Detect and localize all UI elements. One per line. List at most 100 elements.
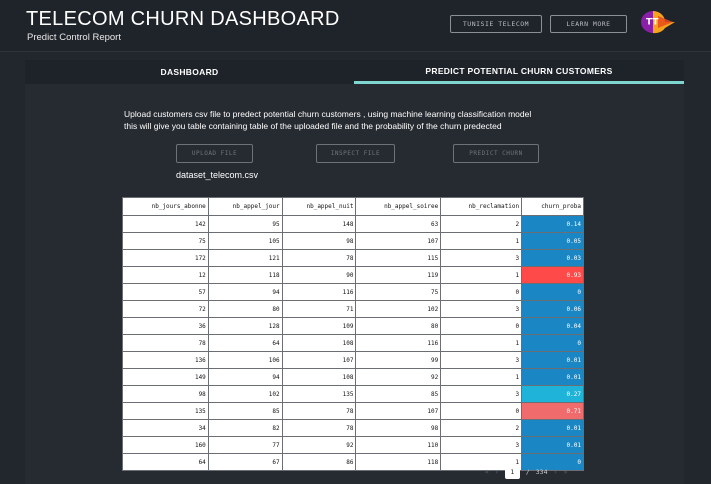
table-cell: 136 <box>122 351 209 369</box>
table-row: 75 105 98 107 1 0.05 <box>122 232 584 250</box>
current-page-input[interactable]: 1 <box>504 465 520 479</box>
table-cell: 102 <box>207 385 283 403</box>
table-row: 172 121 78 115 3 0.03 <box>122 249 584 267</box>
table-cell: 92 <box>355 368 442 386</box>
table-cell: 78 <box>122 334 209 352</box>
tunisie-telecom-logo: TT <box>641 11 675 34</box>
table-cell: 85 <box>355 385 442 403</box>
table-cell: 36 <box>122 317 209 335</box>
column-header[interactable]: nb_reclamation <box>440 197 523 216</box>
tab-dashboard[interactable]: DASHBOARD <box>25 60 354 84</box>
churn-proba-cell: 0.27 <box>521 385 584 403</box>
table-cell: 105 <box>207 232 283 250</box>
page-separator: / <box>525 468 530 476</box>
table-cell: 107 <box>355 232 442 250</box>
table-cell: 71 <box>281 300 357 318</box>
table-cell: 85 <box>207 402 283 420</box>
table-cell: 135 <box>122 402 209 420</box>
uploaded-file-name: dataset_telecom.csv <box>176 170 259 180</box>
churn-proba-cell: 0.03 <box>521 249 584 267</box>
page-title: TELECOM CHURN DASHBOARD <box>26 8 340 30</box>
table-cell: 3 <box>440 351 523 369</box>
table-cell: 78 <box>281 249 357 267</box>
table-cell: 86 <box>281 453 357 471</box>
learn-more-button[interactable]: LEARN MORE <box>550 15 627 33</box>
table-cell: 148 <box>281 215 357 233</box>
table-cell: 110 <box>355 436 442 454</box>
table-cell: 1 <box>440 232 523 250</box>
column-header[interactable]: nb_appel_nuit <box>281 197 357 216</box>
description-line-2: this will give you table containing tabl… <box>124 121 502 131</box>
column-header[interactable]: nb_jours_abonne <box>122 197 209 216</box>
table-cell: 116 <box>355 334 442 352</box>
first-page-button[interactable]: « <box>485 468 489 476</box>
table-cell: 108 <box>281 334 357 352</box>
table-cell: 102 <box>355 300 442 318</box>
page-subtitle: Predict Control Report <box>27 32 121 43</box>
total-pages: 334 <box>535 468 548 476</box>
column-header[interactable]: nb_appel_jour <box>207 197 283 216</box>
table-cell: 3 <box>440 385 523 403</box>
table-cell: 95 <box>207 215 283 233</box>
table-row: 57 94 116 75 0 0 <box>122 283 584 301</box>
tab-predict-churn[interactable]: PREDICT POTENTIAL CHURN CUSTOMERS <box>354 60 684 84</box>
table-cell: 1 <box>440 266 523 284</box>
table-cell: 0 <box>440 317 523 335</box>
prev-page-button[interactable]: ‹ <box>495 468 499 476</box>
table-row: 12 118 90 119 1 0.93 <box>122 266 584 284</box>
table-cell: 160 <box>122 436 209 454</box>
churn-proba-cell: 0 <box>521 283 584 301</box>
table-cell: 106 <box>207 351 283 369</box>
description: Upload customers csv file to predect pot… <box>124 108 594 132</box>
table-row: 160 77 92 110 3 0.01 <box>122 436 584 454</box>
table-cell: 12 <box>122 266 209 284</box>
upload-file-button[interactable]: UPLOAD FILE <box>176 144 253 163</box>
table-cell: 99 <box>355 351 442 369</box>
table-row: 136 106 107 99 3 0.01 <box>122 351 584 369</box>
table-cell: 2 <box>440 215 523 233</box>
table-cell: 108 <box>281 368 357 386</box>
table-cell: 75 <box>355 283 442 301</box>
table-cell: 78 <box>281 419 357 437</box>
table-row: 98 102 135 85 3 0.27 <box>122 385 584 403</box>
churn-proba-cell: 0.93 <box>521 266 584 284</box>
tab-bar: DASHBOARD PREDICT POTENTIAL CHURN CUSTOM… <box>25 60 684 84</box>
svg-text:TT: TT <box>646 18 659 28</box>
next-page-button[interactable]: › <box>554 468 558 476</box>
column-header[interactable]: nb_appel_soiree <box>355 197 442 216</box>
table-cell: 75 <box>122 232 209 250</box>
tunisie-telecom-button[interactable]: TUNISIE TELECOM <box>450 15 542 33</box>
table-cell: 94 <box>207 283 283 301</box>
table-cell: 109 <box>281 317 357 335</box>
table-row: 34 82 78 98 2 0.01 <box>122 419 584 437</box>
table-cell: 72 <box>122 300 209 318</box>
table-cell: 77 <box>207 436 283 454</box>
pagination: « ‹ 1 / 334 › » <box>485 465 567 479</box>
table-cell: 78 <box>281 402 357 420</box>
churn-proba-cell: 0.06 <box>521 300 584 318</box>
column-header[interactable]: churn_proba <box>521 197 584 216</box>
table-cell: 107 <box>355 402 442 420</box>
app-header: TELECOM CHURN DASHBOARD Predict Control … <box>0 0 711 52</box>
churn-proba-cell: 0.01 <box>521 351 584 369</box>
table-cell: 94 <box>207 368 283 386</box>
table-cell: 128 <box>207 317 283 335</box>
table-cell: 64 <box>122 453 209 471</box>
table-row: 135 85 78 107 0 0.71 <box>122 402 584 420</box>
predict-churn-button[interactable]: PREDICT CHURN <box>453 144 539 163</box>
last-page-button[interactable]: » <box>563 468 567 476</box>
table-cell: 63 <box>355 215 442 233</box>
churn-proba-cell: 0.01 <box>521 436 584 454</box>
churn-proba-cell: 0.14 <box>521 215 584 233</box>
table-cell: 142 <box>122 215 209 233</box>
table-cell: 118 <box>355 453 442 471</box>
churn-proba-cell: 0.05 <box>521 232 584 250</box>
table-cell: 90 <box>281 266 357 284</box>
inspect-file-button[interactable]: INSPECT FILE <box>316 144 395 163</box>
table-cell: 98 <box>122 385 209 403</box>
churn-table: nb_jours_abonne nb_appel_jour nb_appel_n… <box>122 197 584 471</box>
table-cell: 92 <box>281 436 357 454</box>
table-cell: 1 <box>440 368 523 386</box>
table-cell: 98 <box>355 419 442 437</box>
table-cell: 67 <box>207 453 283 471</box>
